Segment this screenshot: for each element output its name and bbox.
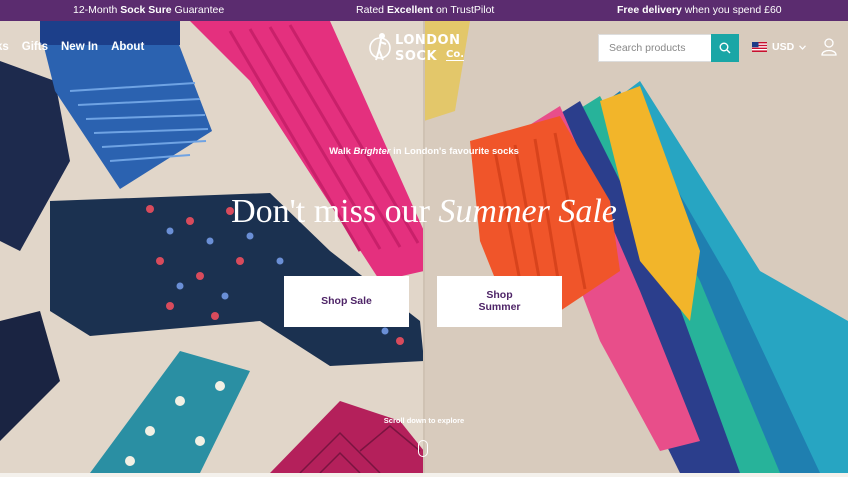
shop-summer-button[interactable]: Shop Summer (437, 276, 562, 327)
brand-logo[interactable]: LONDON SOCK Co. (368, 30, 478, 66)
gentleman-logo-icon (369, 33, 391, 61)
delivery-bold: Free delivery (617, 4, 682, 16)
shop-summer-label: Shop Summer (478, 289, 521, 313)
tagline-suffix: in London's favourite socks (390, 146, 519, 157)
chevron-down-icon (799, 44, 807, 50)
nav-item-new-in[interactable]: New In (61, 41, 98, 53)
currency-selector[interactable]: USD (752, 41, 807, 53)
bottom-strip (0, 473, 848, 477)
us-flag-icon (752, 42, 767, 52)
delivery-message[interactable]: Free delivery when you spend £60 (617, 4, 782, 16)
account-button[interactable] (821, 38, 837, 61)
nav-item-about[interactable]: About (111, 41, 144, 53)
search-icon (719, 42, 731, 54)
announcement-bar: 12-Month Sock Sure Guarantee Rated Excel… (0, 0, 848, 21)
trustpilot-message[interactable]: Rated Excellent on TrustPilot (356, 4, 494, 16)
delivery-suffix: when you spend £60 (681, 4, 782, 16)
guarantee-message[interactable]: 12-Month Sock Sure Guarantee (73, 4, 224, 16)
hero-banner (0, 21, 848, 473)
account-icon (821, 38, 837, 56)
guarantee-prefix: 12-Month (73, 4, 121, 16)
rating-bold: Excellent (386, 4, 434, 16)
nav-item-gifts[interactable]: Gifts (22, 41, 48, 53)
currency-code: USD (772, 41, 795, 53)
tagline-prefix: Walk (329, 146, 354, 157)
rating-prefix: Rated (356, 4, 387, 16)
tagline-italic: Brighter (353, 146, 391, 157)
logo-co: Co. (446, 49, 465, 61)
rating-suffix: on TrustPilot (433, 4, 495, 16)
hero-headline: Don't miss our Summer Sale (0, 193, 848, 231)
scroll-hint: Scroll down to explore (383, 416, 465, 425)
guarantee-bold: Sock Sure (120, 4, 172, 16)
search-button[interactable] (711, 34, 739, 62)
guarantee-suffix: Guarantee (171, 4, 225, 16)
logo-line1: LONDON (395, 33, 461, 48)
main-nav: ks Gifts New In About (0, 41, 144, 53)
search-box (598, 34, 739, 62)
page: 12-Month Sock Sure Guarantee Rated Excel… (0, 0, 848, 477)
nav-item-socks[interactable]: ks (0, 41, 9, 53)
hero-sock-photo (0, 21, 848, 473)
mouse-scroll-icon[interactable] (418, 440, 428, 457)
shop-sale-button[interactable]: Shop Sale (284, 276, 409, 327)
hero-tagline: Walk Brighter in London's favourite sock… (0, 146, 848, 157)
logo-line2: SOCK (395, 49, 438, 64)
search-input[interactable] (599, 35, 711, 61)
headline-prefix: Don't miss our (231, 193, 439, 230)
headline-italic: Summer Sale (438, 193, 617, 230)
shop-sale-label: Shop Sale (321, 294, 372, 307)
